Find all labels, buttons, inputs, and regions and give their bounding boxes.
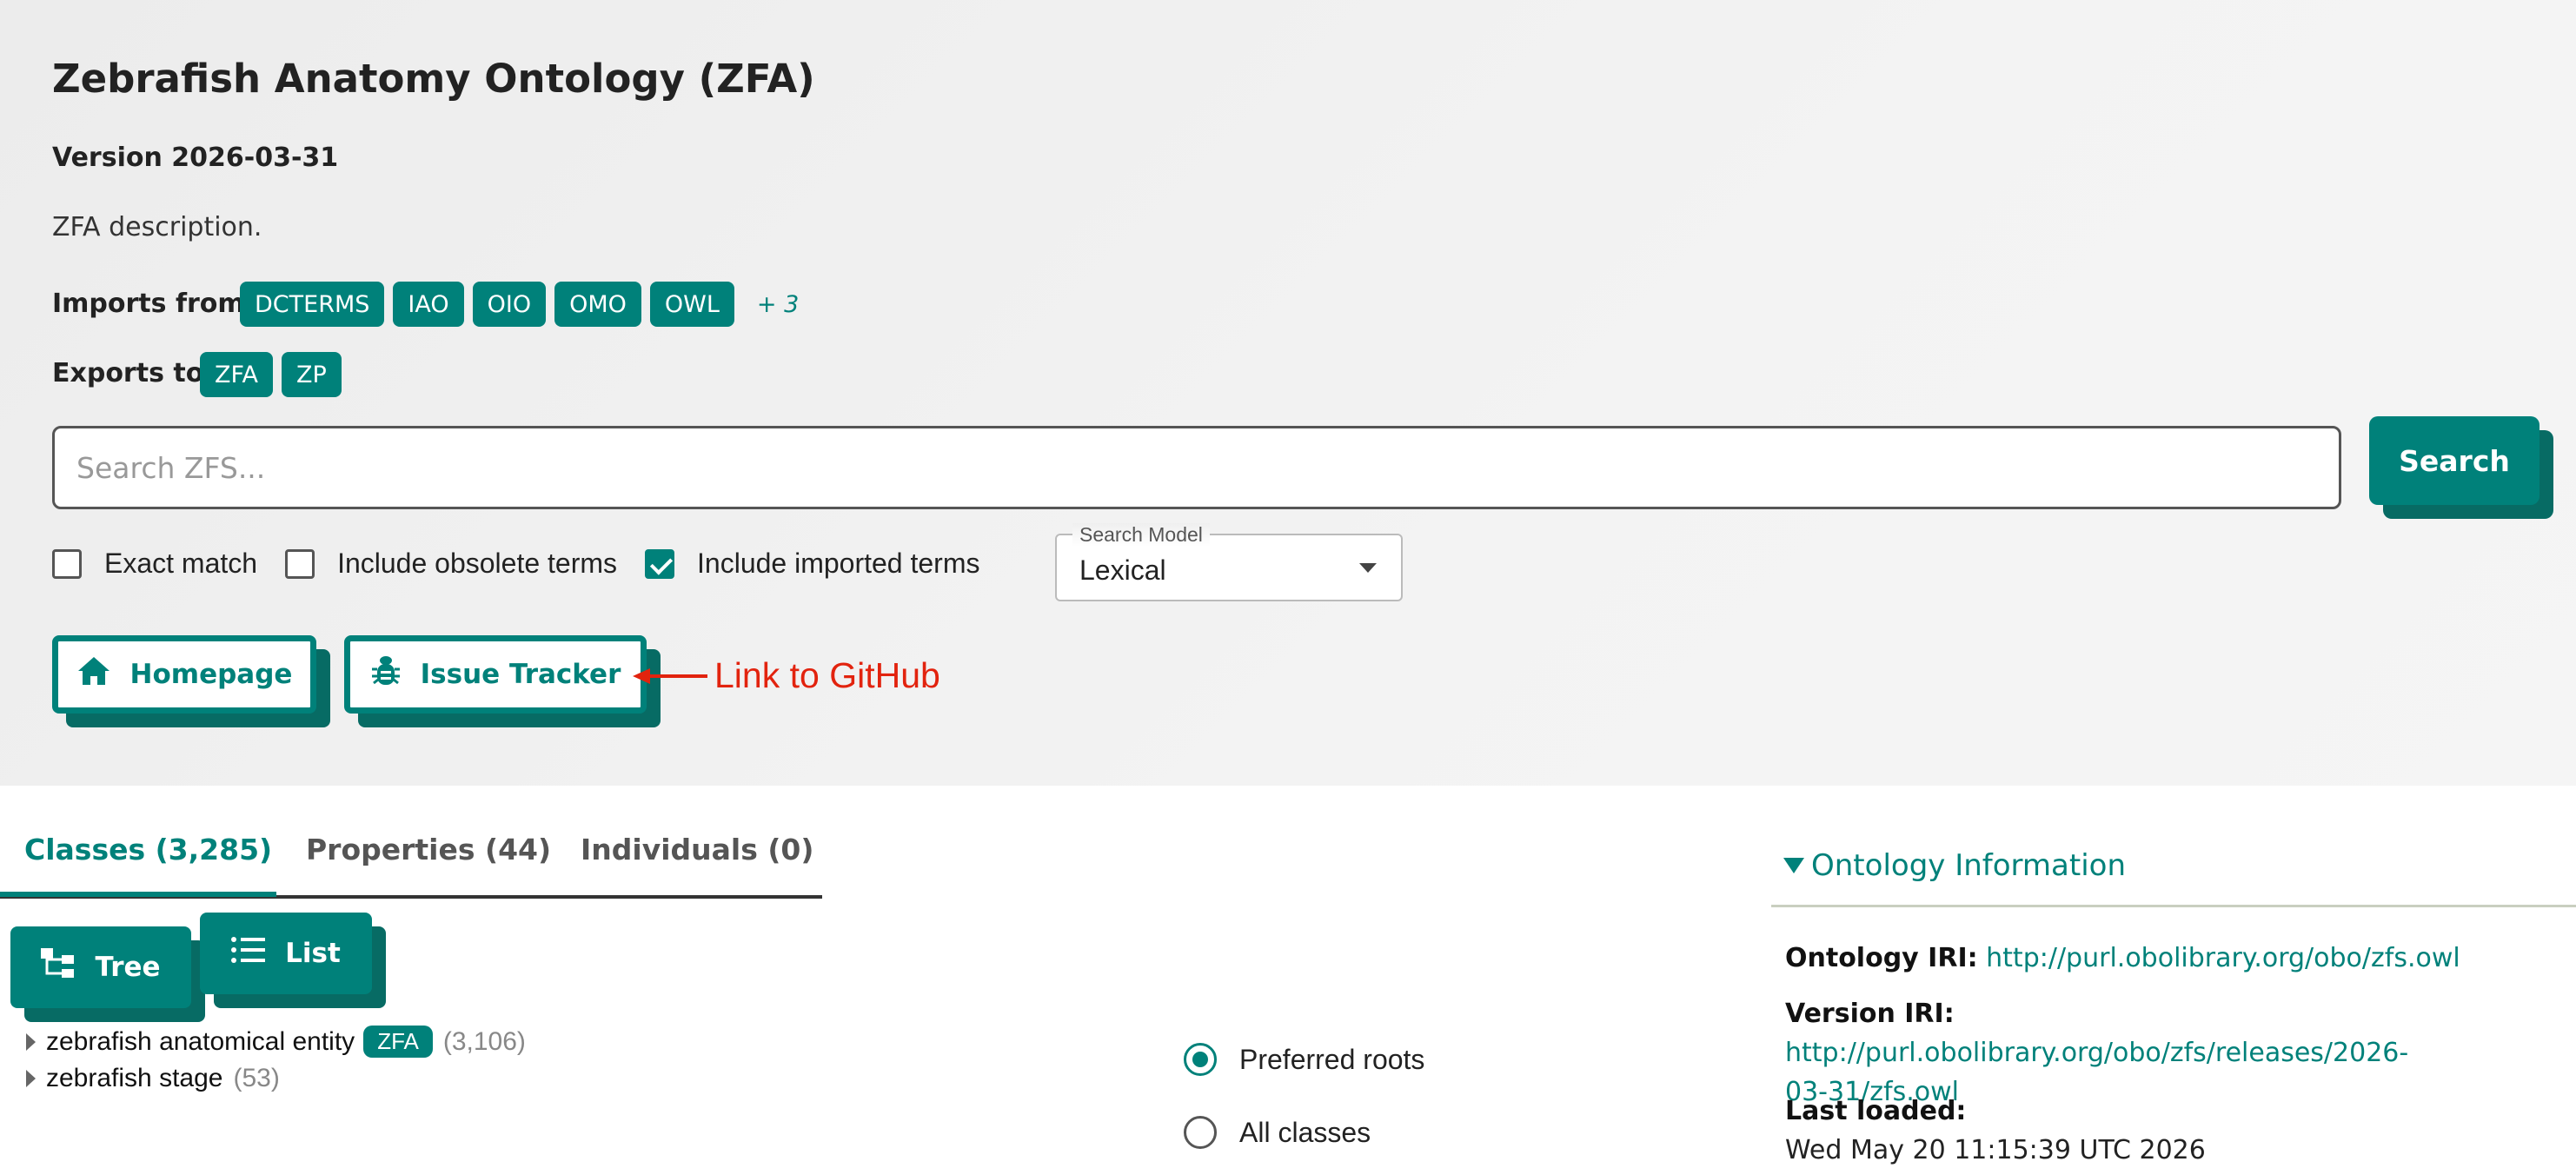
tree-node: zebrafish stage (53)	[26, 1064, 280, 1093]
ontology-iri-row: Ontology IRI: http://purl.obolibrary.org…	[1785, 939, 2460, 978]
annotation-text: Link to GitHub	[714, 655, 940, 695]
tree-icon	[41, 948, 76, 986]
triangle-down-icon	[1783, 858, 1804, 873]
preferred-roots-label: Preferred roots	[1239, 1043, 1425, 1075]
search-input[interactable]	[52, 426, 2341, 509]
all-classes-radio[interactable]	[1184, 1116, 1217, 1149]
divider	[1771, 905, 2576, 907]
import-tag-owl[interactable]: OWL	[649, 282, 734, 327]
import-tag-dcterms[interactable]: DCTERMS	[240, 282, 385, 327]
homepage-button[interactable]: Homepage	[52, 635, 316, 714]
issue-tracker-button[interactable]: Issue Tracker	[344, 635, 647, 714]
bug-icon	[370, 654, 402, 695]
homepage-label: Homepage	[129, 659, 293, 690]
ontology-info-toggle[interactable]: Ontology Information	[1783, 848, 2126, 883]
version-iri-label: Version IRI:	[1785, 999, 1955, 1029]
import-tag-oio[interactable]: OIO	[472, 282, 547, 327]
tree-node-label[interactable]: zebrafish anatomical entity	[46, 1027, 355, 1057]
ontology-header: Zebrafish Anatomy Ontology (ZFA) Version…	[0, 0, 2576, 786]
tree-node-count: (53)	[233, 1064, 280, 1092]
include-imported-checkbox[interactable]	[645, 548, 675, 579]
exact-match-label: Exact match	[104, 548, 258, 579]
ontology-iri-label: Ontology IRI:	[1785, 943, 1978, 973]
import-tag-omo[interactable]: OMO	[554, 282, 641, 327]
include-obsolete-checkbox[interactable]	[285, 548, 315, 579]
page-title: Zebrafish Anatomy Ontology (ZFA)	[52, 56, 815, 102]
tree-view-button[interactable]: Tree	[10, 926, 191, 1008]
active-tab-indicator	[0, 892, 276, 897]
tab-properties[interactable]: Properties (44)	[306, 833, 551, 866]
all-classes-label: All classes	[1239, 1116, 1371, 1148]
tab-individuals[interactable]: Individuals (0)	[581, 833, 813, 866]
annotation-arrow	[633, 668, 707, 684]
import-tag-iao[interactable]: IAO	[393, 282, 464, 327]
home-icon	[76, 655, 111, 694]
list-view-button[interactable]: List	[200, 913, 372, 994]
expand-caret-icon[interactable]	[26, 1070, 36, 1087]
tree-node-count: (3,106)	[442, 1026, 526, 1056]
version-iri-link[interactable]: http://purl.obolibrary.org/obo/zfs/relea…	[1785, 1038, 2408, 1068]
tree-node-label[interactable]: zebrafish stage	[46, 1064, 222, 1093]
search-options: Exact match Include obsolete terms Inclu…	[52, 548, 979, 580]
exact-match-checkbox[interactable]	[52, 548, 82, 579]
entity-tabs: Classes (3,285) Properties (44) Individu…	[0, 826, 822, 899]
last-loaded-row: Last loaded: Wed May 20 11:15:39 UTC 202…	[1785, 1092, 2206, 1170]
search-model-select[interactable]: Search Model Lexical	[1055, 523, 1403, 601]
search-model-label: Search Model	[1072, 523, 1210, 547]
last-loaded-value: Wed May 20 11:15:39 UTC 2026	[1785, 1135, 2206, 1165]
tree-node: zebrafish anatomical entity ZFA (3,106)	[26, 1026, 526, 1058]
ontology-description: ZFA description.	[52, 212, 262, 242]
export-tag-zp[interactable]: ZP	[282, 352, 342, 397]
tab-classes[interactable]: Classes (3,285)	[24, 833, 272, 866]
exports-label: Exports to	[52, 358, 204, 388]
tree-node-tag: ZFA	[363, 1026, 433, 1058]
list-icon	[231, 936, 266, 971]
ontology-iri-link[interactable]: http://purl.obolibrary.org/obo/zfs.owl	[1986, 943, 2460, 973]
all-classes-option[interactable]: All classes	[1184, 1116, 1371, 1149]
preferred-roots-radio[interactable]	[1184, 1043, 1217, 1076]
version-label: Version 2026-03-31	[52, 143, 339, 173]
export-tag-zfa[interactable]: ZFA	[200, 352, 274, 397]
last-loaded-label: Last loaded:	[1785, 1096, 1967, 1126]
imports-label: Imports from	[52, 289, 245, 319]
imports-more-link[interactable]: + 3	[757, 291, 799, 318]
exports-list: ZFA ZP	[200, 352, 342, 397]
list-view-label: List	[285, 938, 341, 969]
preferred-roots-option[interactable]: Preferred roots	[1184, 1043, 1424, 1076]
search-button[interactable]: Search	[2369, 416, 2539, 505]
caret-down-icon	[1359, 563, 1377, 573]
expand-caret-icon[interactable]	[26, 1032, 36, 1051]
imports-list: DCTERMS IAO OIO OMO OWL + 3	[240, 282, 799, 327]
issue-tracker-label: Issue Tracker	[420, 659, 621, 690]
include-imported-label: Include imported terms	[697, 548, 980, 579]
ontology-info-heading: Ontology Information	[1811, 848, 2127, 883]
search-model-value: Lexical	[1079, 554, 1166, 586]
tree-view-label: Tree	[95, 952, 161, 983]
include-obsolete-label: Include obsolete terms	[337, 548, 618, 579]
